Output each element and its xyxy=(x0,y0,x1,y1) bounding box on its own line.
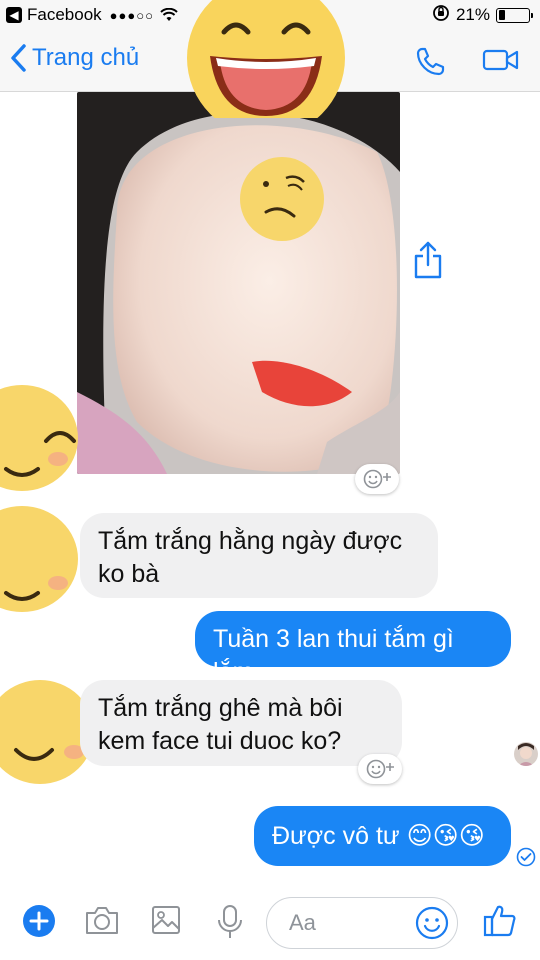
sender-avatar-emoji[interactable] xyxy=(0,505,78,613)
outgoing-message-bubble[interactable]: Tuần 3 lan thui tắm gì lắm xyxy=(195,611,511,686)
sender-avatar-emoji[interactable] xyxy=(0,678,92,786)
chevron-left-icon xyxy=(11,44,26,72)
plus-icon[interactable] xyxy=(22,904,56,943)
wifi-icon xyxy=(160,8,178,22)
add-reaction-button[interactable] xyxy=(358,754,402,784)
microphone-icon[interactable] xyxy=(216,904,244,945)
back-button-label[interactable]: Trang chủ xyxy=(32,44,139,72)
thumbs-up-icon[interactable] xyxy=(482,902,518,943)
smile-icon[interactable] xyxy=(415,906,449,957)
battery-level xyxy=(498,10,505,20)
image-icon[interactable] xyxy=(150,904,182,941)
video-camera-icon[interactable] xyxy=(482,46,520,83)
seen-avatar xyxy=(514,742,538,766)
confused-emoji-sticker xyxy=(240,157,324,241)
back-button[interactable]: Trang chủ xyxy=(10,44,139,72)
camera-icon[interactable] xyxy=(84,904,120,941)
phone-icon[interactable] xyxy=(414,46,446,83)
incoming-message-bubble[interactable]: Tắm trắng ghê mà bôi kem face tui duoc k… xyxy=(80,680,402,766)
delivered-check-icon xyxy=(516,847,536,872)
sender-avatar-emoji[interactable] xyxy=(0,383,78,493)
message-input-placeholder: Aa xyxy=(289,910,316,935)
incoming-message-bubble[interactable]: Tắm trắng hằng ngày được ko bà xyxy=(80,513,438,598)
share-icon[interactable] xyxy=(412,240,444,285)
smile-plus-icon xyxy=(363,469,391,489)
battery-percent: 21% xyxy=(455,5,490,24)
signal-strength: ●●●○○ xyxy=(109,7,154,23)
battery-icon xyxy=(496,7,533,23)
rotation-lock-icon xyxy=(432,4,450,27)
outgoing-message-bubble[interactable]: Được vô tư 😊😘😘 xyxy=(254,806,511,866)
back-to-app-label[interactable]: Facebook xyxy=(27,5,102,25)
laughing-emoji-sticker xyxy=(187,0,345,118)
smile-plus-icon xyxy=(366,759,394,779)
message-input[interactable]: Aa xyxy=(266,897,458,949)
back-to-app-icon[interactable]: ◀ xyxy=(6,7,22,23)
photo-message[interactable] xyxy=(77,92,400,474)
add-reaction-button[interactable] xyxy=(355,464,399,494)
